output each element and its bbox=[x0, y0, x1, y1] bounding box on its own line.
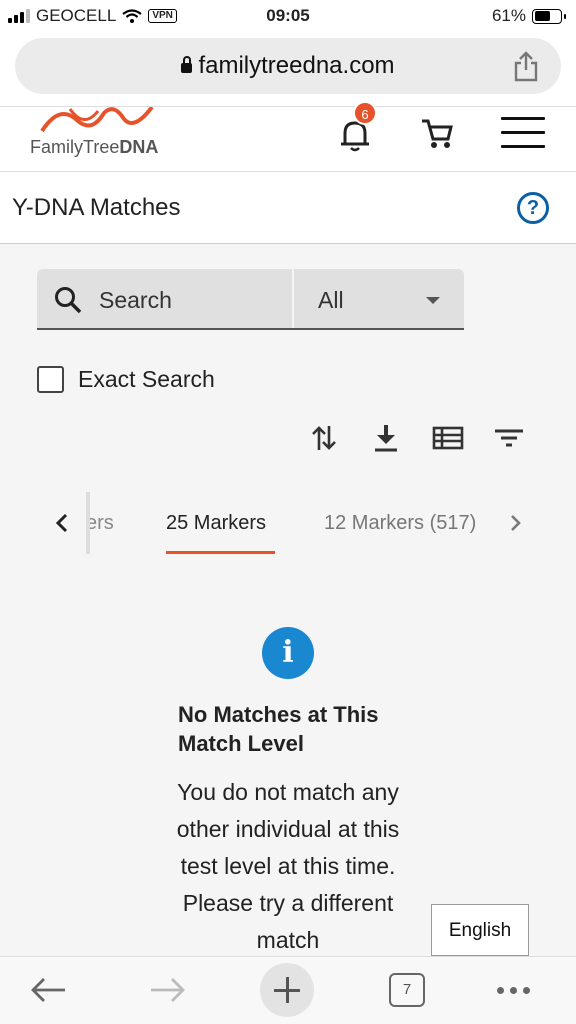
more-dots-icon[interactable] bbox=[497, 987, 530, 994]
address-display[interactable]: familytreedna.com bbox=[15, 52, 561, 80]
active-tab-indicator bbox=[166, 551, 275, 554]
filter-select[interactable]: All bbox=[318, 287, 344, 314]
no-matches-body: You do not match any other individual at… bbox=[176, 779, 400, 953]
download-icon[interactable] bbox=[370, 422, 402, 454]
site-header: FamilyTreeDNA 6 bbox=[0, 101, 576, 172]
logo-text-light: FamilyTree bbox=[30, 137, 120, 157]
table-view-icon[interactable] bbox=[432, 422, 464, 454]
chevron-down-icon[interactable] bbox=[426, 297, 440, 304]
divider bbox=[292, 269, 294, 328]
status-bar: GEOCELL VPN 09:05 61% bbox=[0, 0, 576, 34]
exact-search-label[interactable]: Exact Search bbox=[78, 366, 215, 393]
search-input[interactable]: Search bbox=[99, 287, 172, 314]
dna-logo-icon[interactable] bbox=[40, 107, 160, 133]
clock: 09:05 bbox=[266, 6, 310, 25]
new-tab-plus-icon[interactable] bbox=[260, 963, 314, 1017]
exact-search-checkbox[interactable] bbox=[37, 366, 64, 393]
battery-icon bbox=[532, 8, 566, 24]
browser-toolbar: familytreedna.com bbox=[0, 34, 576, 106]
search-icon bbox=[55, 287, 82, 314]
language-button[interactable]: English bbox=[431, 904, 529, 956]
battery-percent: 61% bbox=[491, 6, 526, 25]
sort-icon[interactable] bbox=[308, 422, 340, 454]
status-right: 61% bbox=[491, 6, 566, 26]
tab-partial[interactable]: ers bbox=[86, 512, 114, 535]
cart-icon[interactable] bbox=[420, 117, 454, 151]
back-arrow-icon[interactable] bbox=[30, 975, 68, 1005]
chevron-right-icon[interactable] bbox=[507, 512, 525, 534]
battery-level bbox=[534, 11, 550, 21]
filter-icon[interactable] bbox=[493, 422, 525, 454]
info-icon: i bbox=[262, 627, 314, 679]
browser-bottom-bar: 7 bbox=[0, 956, 576, 1024]
tab-12-markers[interactable]: 12 Markers (517) bbox=[324, 512, 476, 535]
page-title: Y-DNA Matches bbox=[12, 194, 181, 221]
marker-tabs: ers 25 Markers 12 Markers (517) bbox=[0, 492, 576, 556]
url-text: familytreedna.com bbox=[198, 52, 395, 79]
address-bar[interactable]: familytreedna.com bbox=[15, 38, 561, 94]
logo-text[interactable]: FamilyTreeDNA bbox=[30, 137, 158, 158]
chevron-left-icon[interactable] bbox=[52, 512, 72, 534]
forward-arrow-icon[interactable] bbox=[148, 975, 186, 1005]
lock-icon bbox=[181, 56, 193, 73]
hamburger-menu-icon[interactable] bbox=[501, 117, 545, 148]
help-icon[interactable]: ? bbox=[517, 192, 549, 224]
tabs-count-button[interactable]: 7 bbox=[389, 973, 425, 1007]
tab-fade-edge bbox=[86, 492, 90, 554]
page-header: Y-DNA Matches ? bbox=[0, 172, 576, 244]
notification-badge[interactable]: 6 bbox=[353, 101, 377, 125]
share-icon[interactable] bbox=[511, 50, 541, 82]
logo-text-bold: DNA bbox=[119, 137, 159, 157]
tab-25-markers[interactable]: 25 Markers bbox=[166, 512, 266, 535]
no-matches-title: No Matches at This Match Level bbox=[178, 702, 379, 756]
search-filter-box: Search All bbox=[37, 269, 464, 330]
